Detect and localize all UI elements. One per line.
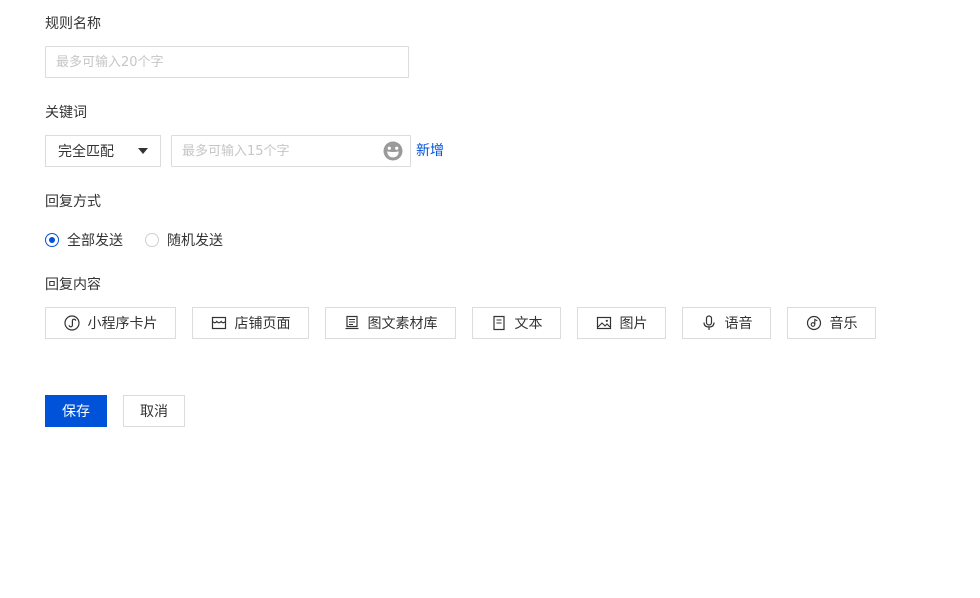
type-text-button[interactable]: 文本 bbox=[472, 307, 561, 339]
mini-program-icon bbox=[63, 315, 80, 331]
type-image-button[interactable]: 图片 bbox=[577, 307, 666, 339]
type-mini-program-button[interactable]: 小程序卡片 bbox=[45, 307, 176, 339]
reply-mode-label: 回复方式 bbox=[45, 194, 101, 210]
type-image-label: 图片 bbox=[619, 316, 648, 332]
smiley-icon[interactable] bbox=[383, 141, 403, 161]
type-material-library-label: 图文素材库 bbox=[367, 316, 438, 332]
radio-checked-icon bbox=[45, 233, 59, 247]
type-material-library-button[interactable]: 图文素材库 bbox=[325, 307, 456, 339]
match-type-select[interactable]: 完全匹配 bbox=[45, 135, 161, 167]
rule-name-input[interactable] bbox=[45, 46, 409, 78]
material-library-icon bbox=[345, 315, 358, 330]
type-voice-button[interactable]: 语音 bbox=[682, 307, 771, 339]
image-icon bbox=[596, 316, 611, 330]
cancel-button[interactable]: 取消 bbox=[123, 395, 185, 427]
reply-type-buttons: 小程序卡片 店铺页面 图文素材库 文本 图片 语音 音乐 bbox=[45, 307, 876, 339]
type-music-label: 音乐 bbox=[829, 316, 858, 332]
music-icon bbox=[806, 315, 821, 331]
add-keyword-link[interactable]: 新增 bbox=[416, 141, 444, 161]
radio-send-random-label: 随机发送 bbox=[167, 233, 223, 249]
save-button[interactable]: 保存 bbox=[45, 395, 107, 427]
match-type-value: 完全匹配 bbox=[58, 144, 114, 160]
keyword-input[interactable] bbox=[171, 135, 411, 167]
type-store-page-button[interactable]: 店铺页面 bbox=[192, 307, 309, 339]
type-store-page-label: 店铺页面 bbox=[234, 316, 291, 332]
text-icon bbox=[492, 315, 505, 331]
type-music-button[interactable]: 音乐 bbox=[787, 307, 876, 339]
radio-send-random[interactable]: 随机发送 bbox=[145, 230, 223, 250]
type-voice-label: 语音 bbox=[724, 316, 753, 332]
reply-content-label: 回复内容 bbox=[45, 277, 101, 293]
reply-mode-radio-group: 全部发送 随机发送 bbox=[45, 230, 245, 250]
type-text-label: 文本 bbox=[514, 316, 543, 332]
type-mini-program-label: 小程序卡片 bbox=[87, 316, 158, 332]
keyword-label: 关键词 bbox=[45, 105, 87, 121]
store-page-icon bbox=[211, 316, 226, 330]
radio-unchecked-icon bbox=[145, 233, 159, 247]
microphone-icon bbox=[702, 315, 715, 330]
radio-send-all[interactable]: 全部发送 bbox=[45, 230, 123, 250]
radio-send-all-label: 全部发送 bbox=[67, 233, 123, 249]
rule-name-label: 规则名称 bbox=[45, 16, 101, 32]
caret-down-icon bbox=[138, 148, 148, 154]
